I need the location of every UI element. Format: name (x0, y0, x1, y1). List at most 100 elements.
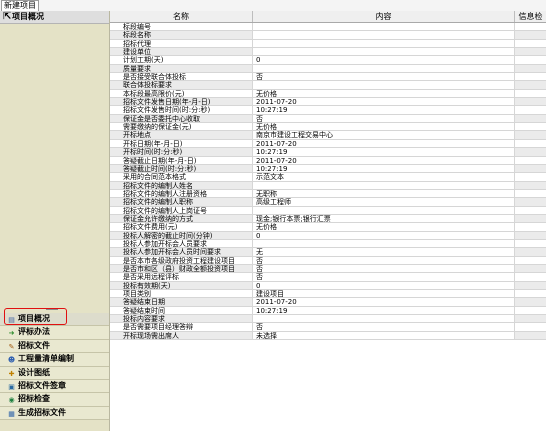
table-row[interactable]: 答疑结束日期 2011-07-20 (110, 298, 546, 307)
row-value-cell[interactable]: 0 (253, 281, 515, 289)
row-value-cell[interactable] (253, 23, 515, 31)
table-row[interactable]: 本标段最高限价(元) 无价格 (110, 89, 546, 99)
table-row[interactable]: 投标人参加开标会人员要求 (110, 239, 546, 249)
row-value-cell[interactable]: 2011-07-20 (253, 298, 515, 306)
row-value-cell[interactable] (253, 315, 515, 323)
table-row[interactable]: 联合体投标要求 (110, 81, 546, 90)
table-row[interactable]: 投标人解密的截止时间(分钟) 0 (110, 231, 546, 240)
row-check-cell (515, 98, 546, 105)
row-value-cell[interactable] (253, 64, 515, 73)
row-value-cell[interactable]: 10:27:19 (253, 306, 515, 315)
sidebar-header[interactable]: ⇱ 项目概况 (0, 11, 109, 24)
row-value-cell[interactable]: 2011-07-20 (253, 139, 515, 148)
row-value-cell[interactable]: 否 (253, 323, 515, 331)
row-check-cell (515, 31, 546, 38)
row-name-cell: 是否市和区（县）财政全额投资项目 (110, 264, 253, 273)
table-row[interactable]: 答疑截止时间(时:分:秒) 10:27:19 (110, 164, 546, 174)
row-check-cell (515, 173, 546, 180)
sidebar-item-label: 生成招标文件 (18, 407, 66, 417)
table-row[interactable]: 招标文件费用(元) 无价格 (110, 223, 546, 232)
column-header-name[interactable]: 名称 (110, 11, 253, 22)
row-value-cell[interactable]: 示范文本 (253, 173, 515, 181)
table-row[interactable]: 答疑截止日期(年-月-日) 2011-07-20 (110, 156, 546, 165)
table-row[interactable]: 招标文件的编制人注册资格 无职称 (110, 189, 546, 199)
row-value-cell[interactable]: 未选择 (253, 331, 515, 340)
row-check-cell (515, 123, 546, 130)
row-value-cell[interactable]: 否 (253, 264, 515, 273)
table-row[interactable]: 标段名称 (110, 31, 546, 40)
table-row[interactable]: 是否采用远程评标否 (110, 273, 546, 282)
table-row[interactable]: 保证金允许缴纳的方式 现金;银行本票;银行汇票 (110, 214, 546, 224)
table-row[interactable]: 计划工期(天) 0 (110, 56, 546, 65)
row-value-cell[interactable]: 否 (253, 73, 515, 81)
row-value-cell[interactable]: 现金;银行本票;银行汇票 (253, 214, 515, 223)
row-check-cell (515, 307, 546, 314)
sidebar-item[interactable]: ☻ 工程量清单编制 (0, 353, 109, 367)
row-value-cell[interactable]: 高级工程师 (253, 198, 515, 206)
row-value-cell[interactable]: 否 (253, 273, 515, 281)
row-value-cell[interactable]: 建设项目 (253, 290, 515, 298)
table-row[interactable]: 招标文件的编制人姓名 (110, 181, 546, 190)
table-row[interactable]: 开标日期(年-月-日) 2011-07-20 (110, 139, 546, 149)
row-value-cell[interactable]: 南京市建设工程交易中心 (253, 131, 515, 139)
sidebar-item[interactable]: ✎ 招标文件 (0, 339, 109, 354)
table-row[interactable]: 是否接受联合体投标否 (110, 73, 546, 82)
row-check-cell (515, 248, 546, 255)
table-row[interactable]: 采用的合同范本格式 示范文本 (110, 173, 546, 182)
table-row[interactable]: 招标文件的编制人职称 高级工程师 (110, 198, 546, 207)
sidebar-item[interactable]: ✚ 设计图纸 (0, 366, 109, 380)
table-row[interactable]: 招标文件发售时间(时:分:秒) 10:27:19 (110, 106, 546, 115)
row-value-cell[interactable]: 无价格 (253, 123, 515, 131)
table-row[interactable]: 开标现场需出席人 未选择 (110, 331, 546, 341)
sidebar-item[interactable]: ▦ 生成招标文件 (0, 406, 109, 421)
table-row[interactable]: 是否市和区（县）财政全额投资项目否 (110, 264, 546, 274)
row-value-cell[interactable]: 无价格 (253, 223, 515, 231)
table-row[interactable]: 招标文件的编制人上岗证号 (110, 206, 546, 215)
row-value-cell[interactable]: 无 (253, 248, 515, 256)
row-value-cell[interactable]: 2011-07-20 (253, 98, 515, 106)
table-row[interactable]: 项目类别 建设项目 (110, 290, 546, 299)
row-value-cell[interactable]: 否 (253, 114, 515, 123)
table-row[interactable]: 是否本市各级政府投资工程建设项目否 (110, 256, 546, 265)
table-row[interactable]: 需要缴纳的保证金(元) 无价格 (110, 123, 546, 132)
sidebar-item[interactable]: ▣ 招标文件签章 (0, 379, 109, 394)
column-header-content[interactable]: 内容 (253, 11, 515, 22)
row-value-cell[interactable] (253, 206, 515, 214)
row-value-cell[interactable] (253, 81, 515, 89)
table-row[interactable]: 投标内容要求 (110, 315, 546, 324)
table-row[interactable]: 投标人参加开标会人员时间要求无 (110, 248, 546, 257)
row-value-cell[interactable]: 10:27:19 (253, 106, 515, 114)
table-row[interactable]: 投标有效期(天) 0 (110, 281, 546, 290)
row-value-cell[interactable] (253, 31, 515, 39)
table-row[interactable]: 开标时间(时:分:秒) 10:27:19 (110, 148, 546, 157)
row-value-cell[interactable]: 10:27:19 (253, 148, 515, 156)
column-header-info-check[interactable]: 信息检查 (515, 11, 546, 22)
table-row[interactable]: 开标地点 南京市建设工程交易中心 (110, 131, 546, 140)
table-row[interactable]: 答疑结束时间 10:27:19 (110, 306, 546, 316)
row-value-cell[interactable]: 无职称 (253, 189, 515, 198)
tab-new-project[interactable]: 新建项目 (1, 0, 39, 11)
table-row[interactable]: 建设单位 (110, 48, 546, 57)
sidebar-item[interactable]: ◉ 招标检查 (0, 393, 109, 407)
sidebar-item[interactable]: ➜ 评标办法 (0, 326, 109, 340)
sidebar-item-label: 设计图纸 (18, 367, 50, 377)
row-value-cell[interactable] (253, 39, 515, 48)
table-row[interactable]: 质量要求 (110, 64, 546, 74)
table-row[interactable]: 招标文件发售日期(年-月-日) 2011-07-20 (110, 98, 546, 107)
row-value-cell[interactable]: 0 (253, 56, 515, 64)
row-value-cell[interactable]: 10:27:19 (253, 164, 515, 173)
table-row[interactable]: 是否需要项目经理答辩否 (110, 323, 546, 332)
table-row[interactable]: 标段编号 (110, 23, 546, 32)
row-value-cell[interactable]: 否 (253, 256, 515, 264)
row-check-cell (515, 240, 546, 247)
table-row[interactable]: 保证金是否委托中心收取否 (110, 114, 546, 124)
row-value-cell[interactable] (253, 181, 515, 189)
row-value-cell[interactable] (253, 239, 515, 248)
table-row[interactable]: 招标代理 (110, 39, 546, 49)
row-value-cell[interactable] (253, 48, 515, 56)
row-check-cell (515, 265, 546, 272)
row-value-cell[interactable]: 无价格 (253, 89, 515, 98)
sidebar-item-label: 评标办法 (18, 327, 50, 337)
row-value-cell[interactable]: 2011-07-20 (253, 156, 515, 164)
row-value-cell[interactable]: 0 (253, 231, 515, 239)
